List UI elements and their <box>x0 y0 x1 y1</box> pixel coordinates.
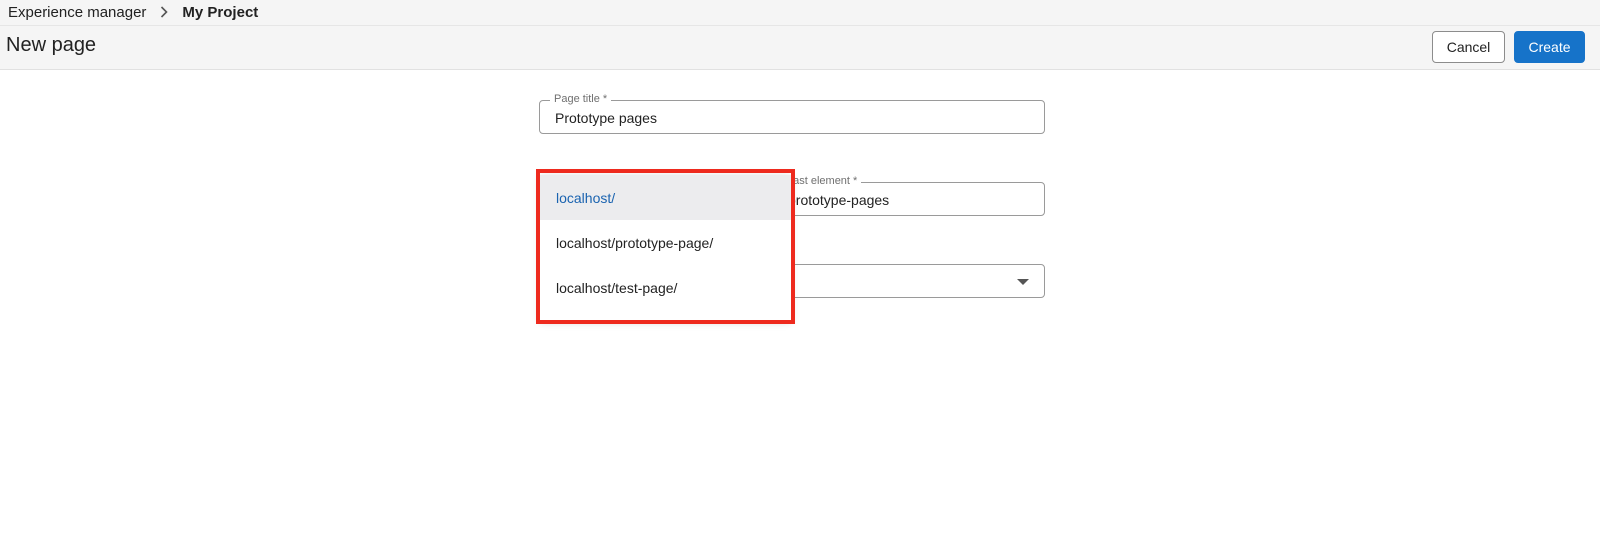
dropdown-item-prototype-page[interactable]: localhost/prototype-page/ <box>540 220 791 265</box>
create-button[interactable]: Create <box>1514 31 1585 63</box>
breadcrumb-current: My Project <box>182 3 259 21</box>
page-title-field[interactable]: Page title * Prototype pages <box>539 93 1045 134</box>
page-title-value[interactable]: Prototype pages <box>555 110 657 126</box>
url-prefix-dropdown: localhost/ localhost/prototype-page/ loc… <box>540 175 791 320</box>
cancel-button[interactable]: Cancel <box>1432 31 1505 63</box>
top-bar: Experience manager My Project New page C… <box>0 0 1600 70</box>
caret-down-icon[interactable] <box>1017 279 1029 285</box>
breadcrumb-divider <box>0 25 1600 26</box>
page-title-label: Page title * <box>550 93 612 105</box>
last-element-field[interactable]: Last element * prototype-pages <box>772 175 1045 216</box>
chevron-right-icon <box>160 6 169 18</box>
breadcrumb-root[interactable]: Experience manager <box>8 4 146 21</box>
dropdown-item-localhost[interactable]: localhost/ <box>540 175 791 220</box>
last-element-value[interactable]: prototype-pages <box>788 192 889 208</box>
breadcrumb: Experience manager My Project <box>8 0 258 24</box>
page-title: New page <box>6 34 97 56</box>
last-element-label: Last element * <box>783 175 862 187</box>
dropdown-item-test-page[interactable]: localhost/test-page/ <box>540 265 791 310</box>
